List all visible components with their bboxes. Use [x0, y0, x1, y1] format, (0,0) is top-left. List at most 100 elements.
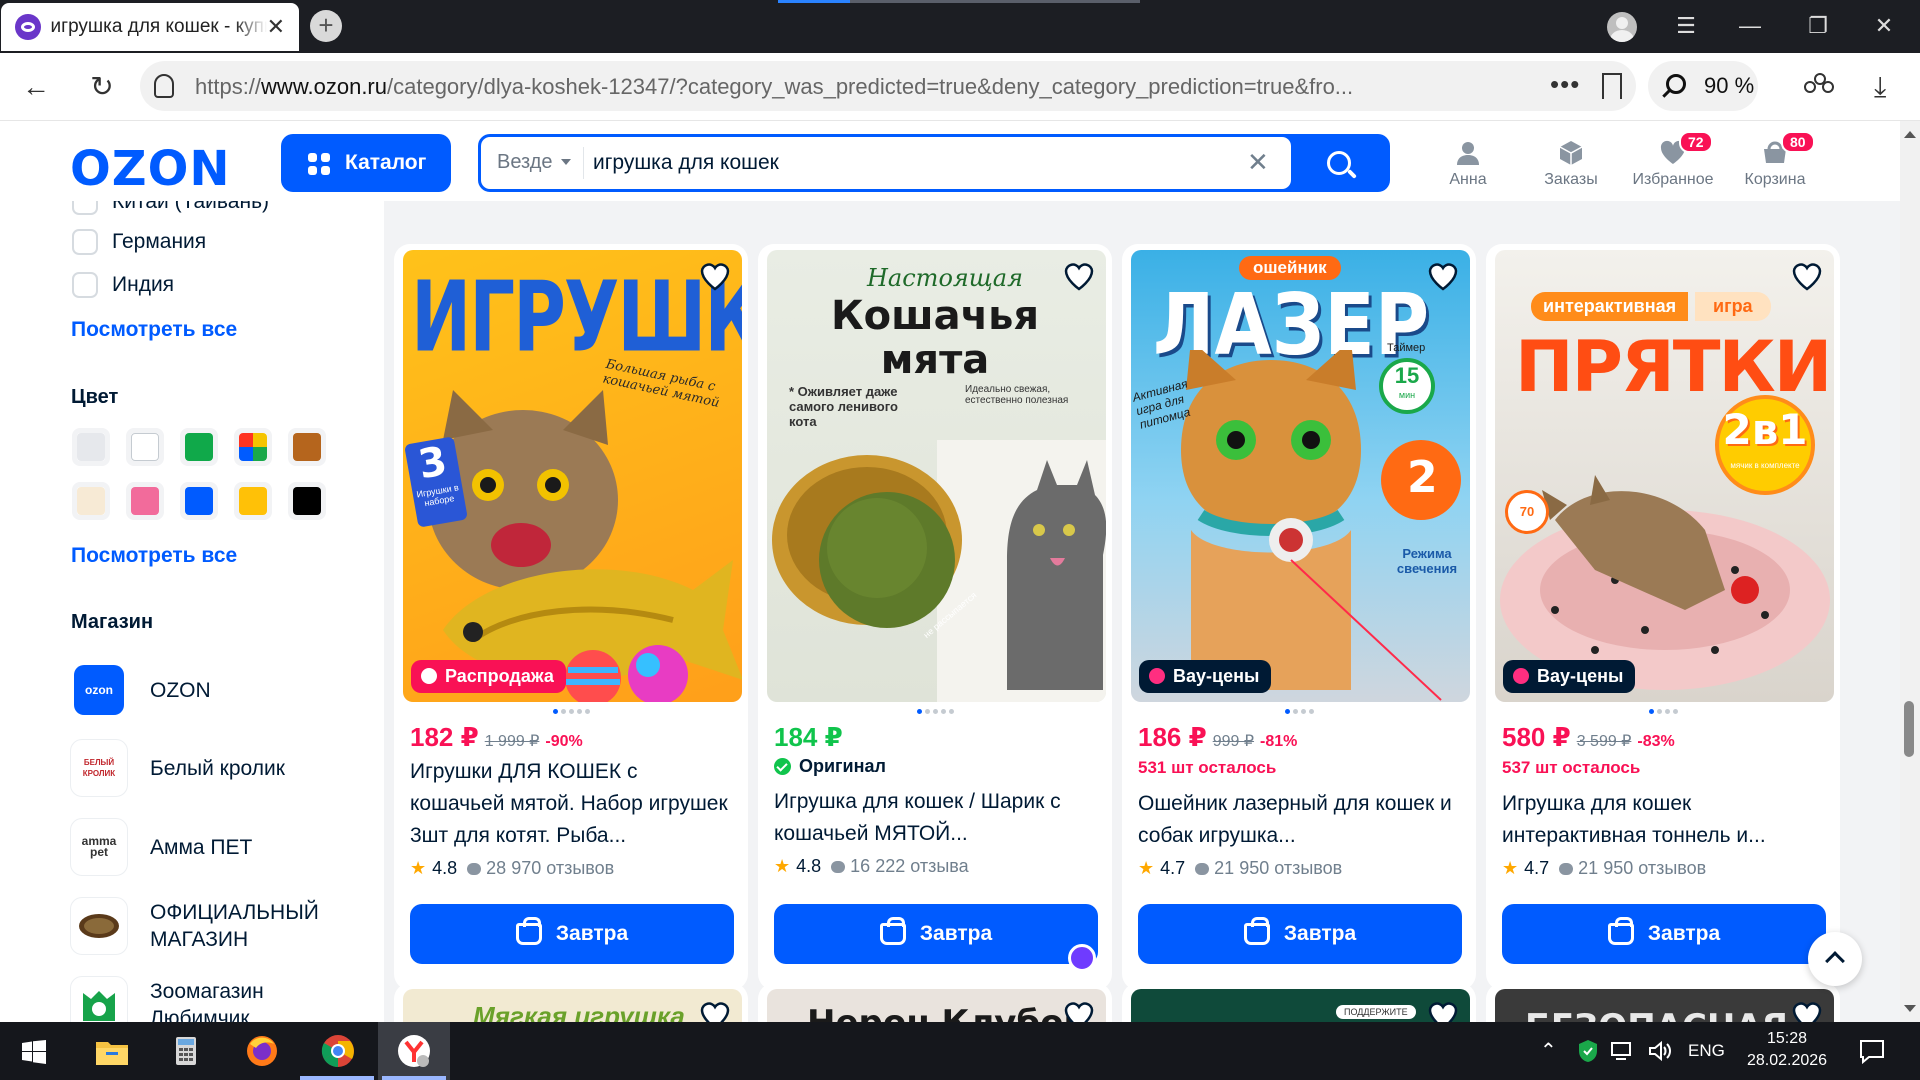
favorite-heart-icon[interactable] — [1426, 999, 1460, 1022]
back-arrow-icon[interactable]: ← — [16, 67, 56, 107]
page-scrollbar[interactable] — [1900, 121, 1920, 1022]
browser-profile-icon[interactable] — [1607, 12, 1637, 42]
product-card[interactable]: интерактивная игра ПРЯТКИ 2в1 мячик в ко… — [1486, 244, 1840, 990]
header-profile[interactable]: Анна — [1420, 139, 1516, 189]
extensions-icon[interactable] — [1804, 73, 1836, 99]
color-swatch[interactable] — [72, 428, 110, 466]
tray-chevron-icon[interactable]: ⌃ — [1540, 1022, 1557, 1080]
shop-item-lyubimchik[interactable]: Зоомагазин Любимчик — [70, 976, 350, 1022]
search-scope-select[interactable]: Везде — [497, 151, 571, 174]
add-to-cart-button[interactable]: Завтра — [1138, 904, 1462, 964]
new-tab-button[interactable]: + — [310, 10, 342, 42]
product-image[interactable]: ошейник ЛАЗЕР Активная игра для питомца … — [1131, 250, 1470, 702]
image-carousel-dots[interactable] — [1486, 709, 1840, 714]
network-icon[interactable] — [1610, 1040, 1636, 1062]
product-card-next[interactable]: ПОДДЕРЖИТЕ — [1122, 983, 1476, 1022]
more-dots-icon[interactable]: ••• — [1550, 69, 1580, 100]
color-swatch[interactable] — [126, 482, 164, 520]
security-shield-icon[interactable] — [1578, 1039, 1598, 1063]
volume-icon[interactable] — [1648, 1040, 1672, 1062]
product-title[interactable]: Ошейник лазерный для кошек и собак игруш… — [1138, 788, 1464, 852]
product-card[interactable]: Настоящая Кошачья мята * Оживляет даже с… — [758, 244, 1112, 990]
bookmark-icon[interactable] — [1602, 73, 1622, 99]
product-title[interactable]: Игрушка для кошек интерактивная тоннель … — [1502, 788, 1828, 852]
basket-icon — [515, 917, 542, 945]
product-title[interactable]: Игрушки ДЛЯ КОШЕК с кошачьей мятой. Набо… — [410, 756, 736, 852]
search-input[interactable]: игрушка для кошек — [593, 151, 1213, 175]
url-field[interactable]: https://www.ozon.ru/category/dlya-koshek… — [140, 61, 1636, 111]
shop-item-ozon[interactable]: ozon OZON — [70, 665, 211, 715]
scrollbar-thumb[interactable] — [1904, 701, 1914, 757]
product-image[interactable]: интерактивная игра ПРЯТКИ 2в1 мячик в ко… — [1495, 250, 1834, 702]
checkbox[interactable] — [72, 229, 98, 255]
calculator-icon[interactable] — [164, 1030, 208, 1072]
image-carousel-dots[interactable] — [758, 709, 1112, 714]
scroll-to-top-button[interactable] — [1808, 932, 1862, 986]
favorite-heart-icon[interactable] — [1426, 260, 1460, 294]
site-info-icon[interactable] — [154, 74, 174, 98]
product-title[interactable]: Игрушка для кошек / Шарик с кошачьей МЯТ… — [774, 786, 1100, 850]
zoom-indicator[interactable]: 90 % — [1648, 61, 1758, 111]
filter-country-india[interactable]: Индия — [72, 272, 174, 298]
color-swatch[interactable] — [288, 482, 326, 520]
image-carousel-dots[interactable] — [394, 709, 748, 714]
product-card-next[interactable]: Мягкая игрушка — [394, 983, 748, 1022]
notifications-icon[interactable] — [1858, 1038, 1886, 1064]
restore-button[interactable]: ❐ — [1800, 10, 1836, 42]
header-orders[interactable]: Заказы — [1523, 139, 1619, 189]
favorite-heart-icon[interactable] — [698, 999, 732, 1022]
favorite-heart-icon[interactable] — [1790, 260, 1824, 294]
header-favorites[interactable]: 72 Избранное — [1625, 131, 1721, 189]
close-tab-icon[interactable]: ✕ — [267, 14, 285, 40]
favorite-heart-icon[interactable] — [1062, 260, 1096, 294]
color-swatch[interactable] — [288, 428, 326, 466]
shop-item-amma-pet[interactable]: amma pet Амма ПЕТ — [70, 818, 252, 876]
scroll-down-arrow-icon[interactable] — [1904, 1005, 1916, 1018]
reload-icon[interactable]: ↻ — [82, 67, 122, 107]
color-swatch[interactable] — [234, 428, 272, 466]
basket-icon — [879, 917, 906, 945]
shop-item-white-rabbit[interactable]: БЕЛЫЙ КРОЛИК Белый кролик — [70, 739, 285, 797]
browser-menu-icon[interactable]: ☰ — [1668, 10, 1704, 42]
favorite-heart-icon[interactable] — [698, 260, 732, 294]
add-to-cart-button[interactable]: Завтра — [1502, 904, 1826, 964]
product-image[interactable]: ИГРУШКИ Большая рыба с кошачьей мятой 3 … — [403, 250, 742, 702]
product-card-next[interactable]: БЕЗОПАСНАЯ — [1486, 983, 1840, 1022]
color-swatch[interactable] — [234, 482, 272, 520]
scroll-up-arrow-icon[interactable] — [1904, 125, 1916, 138]
ozon-logo[interactable]: OZON — [70, 141, 231, 197]
close-window-button[interactable]: ✕ — [1866, 10, 1902, 42]
see-all-countries-link[interactable]: Посмотреть все — [71, 318, 237, 342]
language-indicator[interactable]: ENG — [1688, 1022, 1725, 1080]
color-swatch[interactable] — [180, 482, 218, 520]
favorite-heart-icon[interactable] — [1790, 999, 1824, 1022]
see-all-colors-link[interactable]: Посмотреть все — [71, 544, 237, 568]
favorite-heart-icon[interactable] — [1062, 999, 1096, 1022]
yandex-browser-taskbar-item[interactable] — [378, 1022, 450, 1080]
color-swatch[interactable] — [72, 482, 110, 520]
file-explorer-icon[interactable] — [90, 1030, 134, 1072]
catalog-button[interactable]: Каталог — [281, 134, 451, 192]
shop-item-official-store[interactable]: ОФИЦИАЛЬНЫЙ МАГАЗИН — [70, 897, 350, 955]
product-card-next[interactable]: Нерон Клубок — [758, 983, 1112, 1022]
download-icon[interactable]: ⤓ — [1874, 71, 1886, 104]
add-to-cart-button[interactable]: Завтра — [774, 904, 1098, 964]
checkbox[interactable] — [72, 272, 98, 298]
windows-start-icon[interactable] — [22, 1040, 46, 1064]
add-to-cart-button[interactable]: Завтра — [410, 904, 734, 964]
clear-search-icon[interactable]: ✕ — [1247, 147, 1269, 178]
image-carousel-dots[interactable] — [1122, 709, 1476, 714]
product-card[interactable]: ошейник ЛАЗЕР Активная игра для питомца … — [1122, 244, 1476, 990]
chrome-icon[interactable] — [316, 1030, 360, 1072]
system-clock[interactable]: 15:28 28.02.2026 — [1742, 1028, 1832, 1072]
firefox-icon[interactable] — [240, 1030, 284, 1072]
header-cart[interactable]: 80 Корзина — [1727, 131, 1823, 189]
search-icon[interactable] — [1327, 151, 1351, 175]
browser-tab[interactable]: игрушка для кошек - купить ✕ — [1, 3, 299, 51]
filter-country-germany[interactable]: Германия — [72, 229, 206, 255]
product-image[interactable]: Настоящая Кошачья мята * Оживляет даже с… — [767, 250, 1106, 702]
minimize-button[interactable]: — — [1732, 10, 1768, 42]
product-card[interactable]: ИГРУШКИ Большая рыба с кошачьей мятой 3 … — [394, 244, 748, 990]
color-swatch[interactable] — [180, 428, 218, 466]
color-swatch[interactable] — [126, 428, 164, 466]
